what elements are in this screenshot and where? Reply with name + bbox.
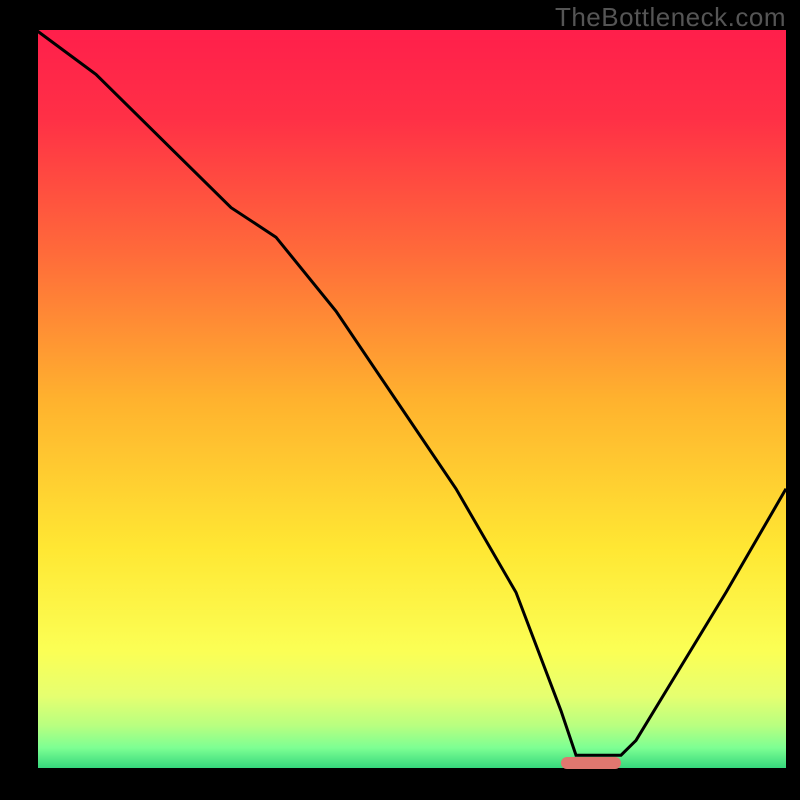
plot-area <box>36 30 786 770</box>
optimal-marker <box>561 757 621 769</box>
chart-svg <box>0 0 800 800</box>
chart-container: TheBottleneck.com <box>0 0 800 800</box>
watermark-text: TheBottleneck.com <box>555 2 786 33</box>
